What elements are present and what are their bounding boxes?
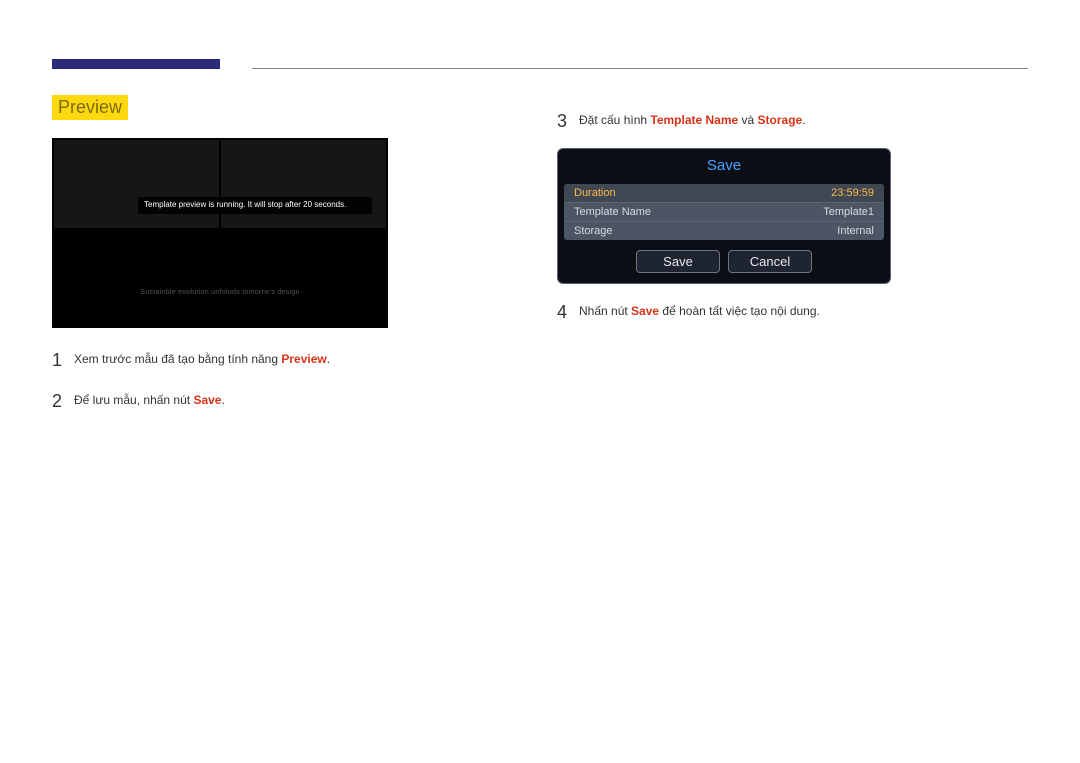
save-row-value: Template1 — [823, 206, 874, 218]
step-2: 2 Để lưu mẫu, nhấn nút Save. — [52, 387, 512, 416]
save-row-label: Storage — [574, 225, 613, 237]
step-number: 4 — [557, 298, 579, 327]
save-row-value: 23:59:59 — [831, 187, 874, 199]
step-text-post: để hoàn tất việc tạo nội dung. — [659, 304, 820, 318]
keyword-save: Save — [193, 393, 221, 407]
section-title: Preview — [52, 95, 128, 120]
step-text-pre: Xem trước mẫu đã tạo bằng tính năng — [74, 352, 281, 366]
step-text-post: . — [221, 393, 224, 407]
step-text-post: . — [327, 352, 330, 366]
right-column: 3 Đặt cấu hình Template Name và Storage.… — [557, 95, 1017, 428]
header-accent-bar — [52, 59, 220, 69]
preview-screenshot: Template preview is running. It will sto… — [52, 138, 388, 328]
save-row-label: Template Name — [574, 206, 651, 218]
header-divider — [252, 68, 1028, 69]
left-column: Preview Template preview is running. It … — [52, 95, 512, 428]
keyword-storage: Storage — [758, 113, 803, 127]
preview-subcaption: Sustainble evolution unfolods tomorrw's … — [53, 289, 387, 297]
preview-caption-line2: interior design — [53, 267, 387, 285]
left-steps: 1 Xem trước mẫu đã tạo bằng tính năng Pr… — [52, 346, 512, 416]
step-text: Để lưu mẫu, nhấn nút Save. — [74, 387, 225, 410]
cancel-button[interactable]: Cancel — [728, 250, 812, 273]
content-columns: Preview Template preview is running. It … — [52, 95, 1028, 428]
step-text-mid: và — [738, 113, 757, 127]
step-text-pre: Nhấn nút — [579, 304, 631, 318]
step-4: 4 Nhấn nút Save để hoàn tất việc tạo nội… — [557, 298, 1017, 327]
step-number: 1 — [52, 346, 74, 375]
step-number: 3 — [557, 107, 579, 136]
save-row-label: Duration — [574, 187, 616, 199]
step-text-pre: Để lưu mẫu, nhấn nút — [74, 393, 193, 407]
header — [52, 35, 1028, 55]
save-row-value: Internal — [837, 225, 874, 237]
save-dialog-buttons: Save Cancel — [558, 250, 890, 273]
step-text: Nhấn nút Save để hoàn tất việc tạo nội d… — [579, 298, 820, 321]
preview-pane-left — [53, 139, 220, 229]
save-dialog-title: Save — [558, 149, 890, 182]
step-3: 3 Đặt cấu hình Template Name và Storage. — [557, 107, 1017, 136]
step-text: Xem trước mẫu đã tạo bằng tính năng Prev… — [74, 346, 330, 369]
keyword-preview: Preview — [281, 352, 326, 366]
preview-top-panes — [53, 139, 387, 229]
step-text-post: . — [802, 113, 805, 127]
section-title-wrap: Preview — [52, 95, 512, 120]
preview-running-message: Template preview is running. It will sto… — [138, 197, 372, 214]
save-row-duration[interactable]: Duration 23:59:59 — [564, 184, 884, 203]
preview-caption: New town interior design — [53, 249, 387, 285]
save-row-storage[interactable]: Storage Internal — [564, 222, 884, 240]
save-button[interactable]: Save — [636, 250, 720, 273]
save-dialog: Save Duration 23:59:59 Template Name Tem… — [557, 148, 891, 284]
step-text: Đặt cấu hình Template Name và Storage. — [579, 107, 806, 130]
keyword-save: Save — [631, 304, 659, 318]
keyword-template-name: Template Name — [650, 113, 738, 127]
preview-pane-right — [220, 139, 387, 229]
save-row-template-name[interactable]: Template Name Template1 — [564, 203, 884, 222]
step-1: 1 Xem trước mẫu đã tạo bằng tính năng Pr… — [52, 346, 512, 375]
step-text-pre: Đặt cấu hình — [579, 113, 650, 127]
save-dialog-table: Duration 23:59:59 Template Name Template… — [564, 184, 884, 240]
step-number: 2 — [52, 387, 74, 416]
preview-caption-line1: New town — [53, 249, 387, 267]
